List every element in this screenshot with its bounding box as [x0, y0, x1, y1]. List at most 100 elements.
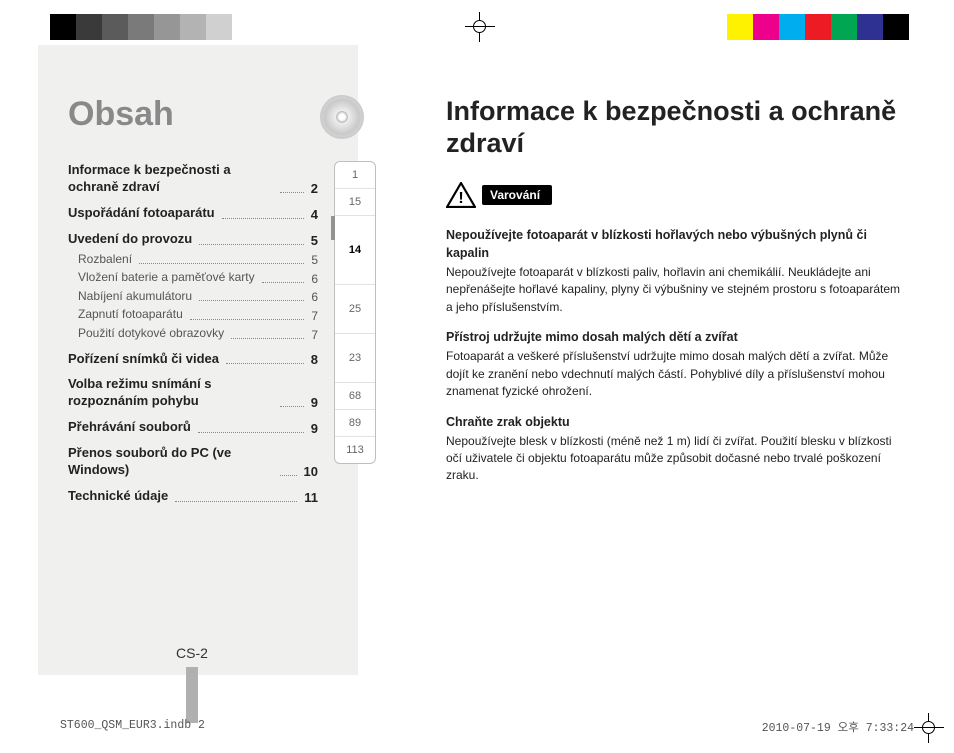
warning-section-body: Nepoužívejte blesk v blízkosti (méně než…: [446, 434, 892, 483]
warning-section: Přístroj udržujte mimo dosah malých dětí…: [446, 328, 906, 400]
toc-row: Uspořádání fotoaparátu 4: [68, 205, 318, 222]
toc-row: Volba režimu snímání s rozpoznáním pohyb…: [68, 376, 318, 410]
toc-row: Zapnutí fotoaparátu 7: [68, 307, 318, 323]
color-swatch: [753, 14, 779, 40]
tower-cell: 25: [335, 285, 375, 334]
toc-row: Rozbalení 5: [68, 252, 318, 268]
toc-page-number: 7: [311, 328, 318, 342]
page-index-tower: 1151425236889113: [334, 161, 376, 464]
toc-leader-dots: [226, 363, 304, 364]
toc-label: Zapnutí fotoaparátu: [78, 307, 183, 323]
svg-text:!: !: [458, 190, 463, 207]
toc-label: Uvedení do provozu: [68, 231, 192, 248]
toc-row: Uvedení do provozu 5: [68, 231, 318, 248]
toc-label: Uspořádání fotoaparátu: [68, 205, 215, 222]
color-swatch: [779, 14, 805, 40]
toc-row: Přenos souborů do PC (ve Windows) 10: [68, 445, 318, 479]
toc-label: Přehrávání souborů: [68, 419, 191, 436]
color-swatch: [50, 14, 76, 40]
toc-label: Rozbalení: [78, 252, 132, 268]
toc-page-number: 9: [311, 395, 318, 410]
color-swatch: [154, 14, 180, 40]
page-tab-bar: [186, 667, 198, 723]
toc-page-number: 7: [311, 309, 318, 323]
cd-icon: [320, 95, 364, 139]
toc-leader-dots: [262, 282, 305, 283]
warning-triangle-icon: !: [446, 182, 476, 208]
warning-section-head: Chraňte zrak objektu: [446, 413, 906, 431]
toc-leader-dots: [199, 244, 304, 245]
toc-page-number: 2: [311, 181, 318, 196]
toc-page-number: 4: [311, 207, 318, 222]
toc-leader-dots: [222, 218, 304, 219]
toc-leader-dots: [199, 300, 304, 301]
toc-page-number: 11: [304, 490, 318, 505]
registration-mark-top: [465, 12, 495, 42]
toc-label: Přenos souborů do PC (ve Windows): [68, 445, 273, 479]
toc-page-number: 5: [311, 233, 318, 248]
tower-cell: 14: [335, 216, 375, 285]
toc-page-number: 9: [311, 421, 318, 436]
toc-row: Pořízení snímků či videa 8: [68, 351, 318, 368]
toc-row: Použití dotykové obrazovky7: [68, 326, 318, 342]
color-swatch: [102, 14, 128, 40]
toc-leader-dots: [190, 319, 305, 320]
toc-page-number: 5: [311, 253, 318, 267]
warning-section: Chraňte zrak objektu Nepoužívejte blesk v…: [446, 413, 906, 485]
toc-row: Informace k bezpečnosti a ochraně zdraví…: [68, 162, 318, 196]
color-swatch: [128, 14, 154, 40]
color-swatch: [76, 14, 102, 40]
color-swatch: [206, 14, 232, 40]
toc-leader-dots: [175, 501, 297, 502]
warning-section-head: Přístroj udržujte mimo dosah malých dětí…: [446, 328, 906, 346]
toc-leader-dots: [198, 432, 304, 433]
print-footer: ST600_QSM_EUR3.indb 2 2010-07-19 오후 7:33…: [60, 719, 914, 735]
toc-label: Volba režimu snímání s rozpoznáním pohyb…: [68, 376, 273, 410]
page-number-tab: CS-2: [176, 645, 208, 723]
color-swatch: [857, 14, 883, 40]
page-body: Obsah Informace k bezpečnosti a ochraně …: [48, 55, 906, 705]
warning-section-head: Nepoužívejte fotoaparát v blízkosti hořl…: [446, 226, 906, 262]
registration-mark-bottom: [914, 713, 944, 743]
page-number-label: CS-2: [176, 645, 208, 661]
right-column: Informace k bezpečnosti a ochraně zdraví…: [446, 55, 906, 705]
toc-leader-dots: [231, 338, 304, 339]
toc-label: Technické údaje: [68, 488, 168, 505]
tower-cell: 68: [335, 383, 375, 410]
color-swatch: [180, 14, 206, 40]
warning-section-body: Fotoaparát a veškeré příslušenství udržu…: [446, 349, 888, 398]
toc-leader-dots: [139, 263, 304, 264]
tower-cell: 1: [335, 162, 375, 189]
toc-label: Nabíjení akumulátoru: [78, 289, 192, 305]
toc-page-number: 6: [311, 272, 318, 286]
warning-section-body: Nepoužívejte fotoaparát v blízkosti pali…: [446, 265, 900, 314]
warning-section: Nepoužívejte fotoaparát v blízkosti hořl…: [446, 226, 906, 316]
print-color-bar: [50, 14, 909, 40]
toc-row: Nabíjení akumulátoru6: [68, 289, 318, 305]
toc-page-number: 10: [304, 464, 318, 479]
section-heading: Informace k bezpečnosti a ochraně zdraví: [446, 95, 906, 160]
warning-header: ! Varování: [446, 182, 906, 208]
color-swatch: [701, 14, 727, 40]
left-column: Obsah Informace k bezpečnosti a ochraně …: [48, 55, 398, 705]
toc-leader-dots: [280, 406, 304, 407]
tower-cell: 23: [335, 334, 375, 383]
warning-label: Varování: [482, 185, 552, 205]
toc-row: Přehrávání souborů 9: [68, 419, 318, 436]
tower-cell: 113: [335, 437, 375, 463]
color-swatch: [232, 14, 258, 40]
tower-cell: 15: [335, 189, 375, 216]
toc-label: Informace k bezpečnosti a ochraně zdraví: [68, 162, 273, 196]
tower-cell: 89: [335, 410, 375, 437]
footer-filename: ST600_QSM_EUR3.indb 2: [60, 719, 205, 735]
table-of-contents: Informace k bezpečnosti a ochraně zdraví…: [68, 162, 318, 505]
toc-page-number: 8: [311, 352, 318, 367]
toc-row: Vložení baterie a paměťové karty 6: [68, 270, 318, 286]
color-swatch: [727, 14, 753, 40]
toc-label: Vložení baterie a paměťové karty: [78, 270, 255, 286]
color-swatch: [831, 14, 857, 40]
toc-row: Technické údaje 11: [68, 488, 318, 505]
color-swatch: [883, 14, 909, 40]
color-swatch: [805, 14, 831, 40]
toc-label: Pořízení snímků či videa: [68, 351, 219, 368]
